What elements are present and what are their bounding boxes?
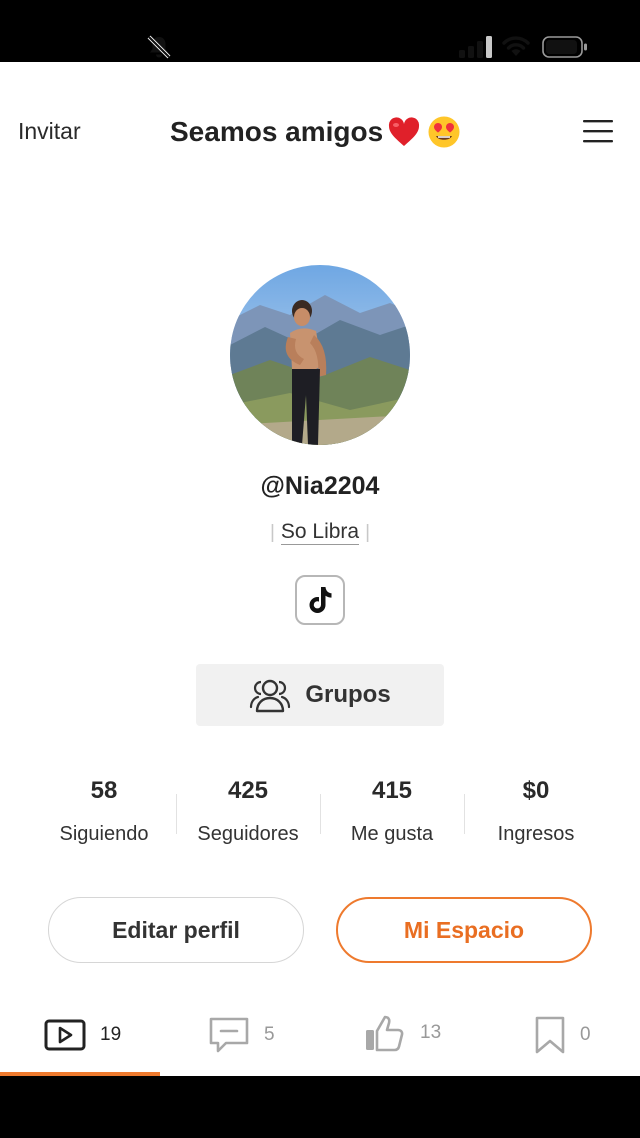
- page-title-group: Seamos amigos: [170, 112, 461, 152]
- thumbs-up-icon: [366, 1015, 404, 1052]
- stat-value: 415: [371, 777, 413, 804]
- stat-label: Ingresos: [497, 823, 575, 845]
- edit-profile-button[interactable]: Editar perfil: [48, 897, 304, 963]
- bottom-black-bar: [0, 1076, 640, 1138]
- stat-following[interactable]: 58 Siguiendo: [32, 774, 176, 854]
- stat-followers[interactable]: 425 Seguidores: [176, 774, 320, 854]
- video-play-icon: [44, 1019, 86, 1051]
- tiktok-icon: [309, 587, 332, 613]
- tab-likes[interactable]: 13: [364, 1010, 441, 1056]
- tab-videos[interactable]: 19: [44, 1012, 121, 1058]
- avatar[interactable]: [230, 265, 410, 445]
- stat-value: 425: [227, 777, 269, 804]
- bio-divider-left: |: [269, 522, 275, 543]
- comment-icon: [209, 1017, 249, 1053]
- groups-label: Grupos: [305, 681, 391, 708]
- status-time: 12:58: [62, 30, 134, 60]
- page-title: Seamos amigos: [170, 116, 384, 147]
- username: @Nia2204: [260, 472, 380, 500]
- invite-button[interactable]: Invitar: [18, 118, 81, 145]
- tab-saved[interactable]: 0: [534, 1012, 591, 1058]
- people-icon: [250, 679, 291, 713]
- stat-label: Siguiendo: [59, 823, 149, 845]
- bio-divider-right: |: [365, 522, 371, 543]
- bio-text[interactable]: So Libra: [280, 520, 360, 545]
- signal-icon: [459, 36, 492, 58]
- stats-row: 58 Siguiendo 425 Seguidores 415 Me gusta…: [32, 774, 608, 854]
- heart-eyes-emoji-icon: [428, 116, 460, 148]
- tab-count: 13: [420, 1022, 442, 1043]
- stat-earnings[interactable]: $0 Ingresos: [464, 774, 608, 854]
- heart-icon: [389, 117, 420, 146]
- stat-value: $0: [522, 777, 550, 804]
- avatar-photo: [230, 265, 410, 445]
- battery-icon: [542, 36, 587, 58]
- tiktok-link-button[interactable]: [295, 575, 345, 625]
- bell-slash-icon: [147, 35, 171, 59]
- stat-label: Seguidores: [197, 823, 299, 845]
- bio: | So Libra |: [0, 520, 640, 545]
- stat-value: 58: [90, 777, 118, 804]
- hamburger-menu-icon[interactable]: [582, 116, 614, 146]
- tab-comments[interactable]: 5: [208, 1012, 275, 1058]
- tab-count: 19: [100, 1024, 122, 1045]
- active-tab-indicator: [0, 1072, 160, 1076]
- groups-button[interactable]: Grupos: [196, 664, 444, 726]
- bookmark-icon: [535, 1016, 565, 1054]
- stat-label: Me gusta: [350, 823, 434, 845]
- stat-likes[interactable]: 415 Me gusta: [320, 774, 464, 854]
- tab-count: 0: [580, 1024, 591, 1045]
- tab-count: 5: [264, 1024, 275, 1045]
- my-space-button[interactable]: Mi Espacio: [336, 897, 592, 963]
- wifi-icon: [502, 36, 530, 56]
